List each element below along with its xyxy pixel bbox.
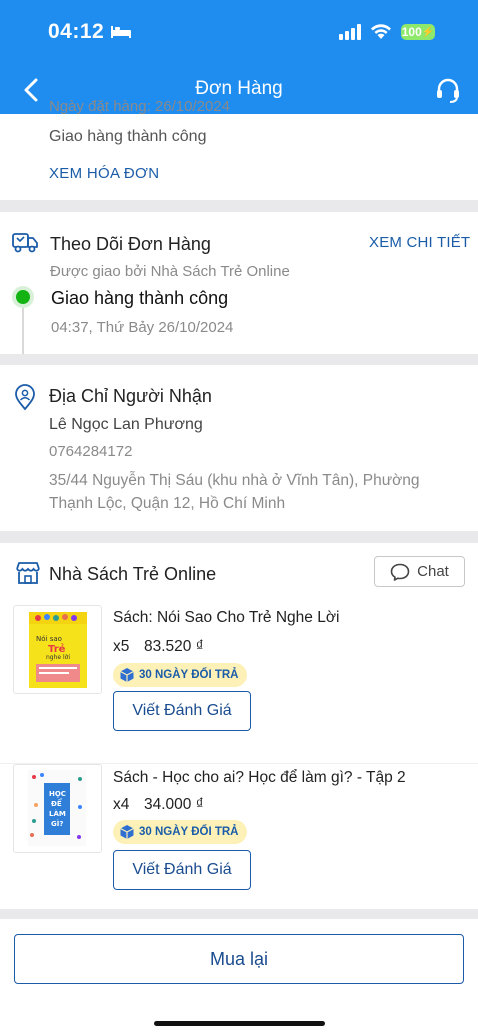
product-quantity-price: x4 34.000 ₫: [113, 796, 204, 814]
status-bar: 04:12 100 ⚡: [0, 0, 478, 60]
order-status-text: Giao hàng thành công: [49, 128, 207, 145]
write-review-button[interactable]: Viết Đánh Giá: [113, 850, 251, 890]
product-title: Sách: Nói Sao Cho Trẻ Nghe Lời: [113, 609, 340, 626]
return-box-icon: [120, 825, 134, 839]
shop-section: Nhà Sách Trẻ Online Chat Nói sao Trẻ ngh…: [0, 543, 478, 909]
home-indicator[interactable]: [154, 1021, 325, 1026]
location-pin-icon: [15, 384, 35, 411]
product-price: 34.000 ₫: [144, 796, 204, 813]
order-status-section: Ngày đặt hàng: 26/10/2024 Giao hàng thàn…: [0, 98, 478, 200]
svg-text:GÌ?: GÌ?: [51, 819, 63, 828]
badge-label: 30 NGÀY ĐỔI TRẢ: [139, 669, 239, 681]
recipient-section: Địa Chỉ Người Nhận Lê Ngọc Lan Phương 07…: [0, 365, 478, 531]
product-item[interactable]: Nói sao Trẻ nghe lời Sách: Nói Sao Cho T…: [0, 605, 478, 749]
chat-label: Chat: [417, 563, 449, 580]
order-detail-screen: 04:12 100 ⚡ Đơn Hàng Ngày đặt hàng: 26/1…: [0, 0, 478, 1036]
store-icon: [16, 562, 40, 584]
write-review-button[interactable]: Viết Đánh Giá: [113, 691, 251, 731]
timeline-success-dot: [16, 290, 30, 304]
book-cover-hoc-cho-ai-icon: HỌC ĐỂ LÀM GÌ?: [28, 770, 86, 846]
cellular-signal-icon: [339, 24, 361, 40]
page-title: Đơn Hàng: [195, 78, 283, 99]
product-quantity-price: x5 83.520 ₫: [113, 638, 204, 656]
order-date-text: Ngày đặt hàng: 26/10/2024: [49, 98, 230, 115]
svg-text:HỌC: HỌC: [49, 790, 66, 798]
app-header: 04:12 100 ⚡ Đơn Hàng: [0, 0, 478, 114]
return-policy-badge: 30 NGÀY ĐỔI TRẢ: [113, 820, 248, 844]
status-time: 04:12: [48, 20, 105, 43]
wifi-icon: [371, 24, 391, 39]
badge-label: 30 NGÀY ĐỔI TRẢ: [139, 826, 239, 838]
product-quantity: x5: [113, 638, 130, 655]
chat-button[interactable]: Chat: [374, 556, 465, 587]
return-policy-badge: 30 NGÀY ĐỔI TRẢ: [113, 663, 248, 687]
product-title: Sách - Học cho ai? Học để làm gì? - Tập …: [113, 769, 406, 786]
tracking-title: Theo Dõi Đơn Hàng: [50, 234, 211, 254]
shop-name[interactable]: Nhà Sách Trẻ Online: [49, 564, 216, 585]
product-quantity: x4: [113, 796, 130, 813]
chat-bubble-icon: [390, 563, 410, 581]
buy-again-button[interactable]: Mua lại: [14, 934, 464, 984]
delivery-truck-icon: [12, 233, 38, 253]
recipient-phone: 0764284172: [49, 443, 133, 460]
product-price: 83.520 ₫: [144, 638, 204, 655]
headset-support-icon[interactable]: [434, 76, 462, 104]
svg-text:LÀM: LÀM: [49, 809, 66, 818]
tracking-status: Giao hàng thành công: [51, 288, 229, 308]
delivered-by-text: Được giao bởi Nhà Sách Trẻ Online: [50, 263, 290, 280]
recipient-address: 35/44 Nguyễn Thị Sáu (khu nhà ở Vĩnh Tân…: [49, 472, 420, 512]
timeline-line: [22, 302, 24, 354]
return-box-icon: [120, 668, 134, 682]
svg-text:Nói sao: Nói sao: [36, 635, 62, 643]
book-cover-noi-sao-icon: Nói sao Trẻ nghe lời: [29, 612, 87, 688]
tracking-section: Theo Dõi Đơn Hàng XEM CHI TIẾT Được giao…: [0, 212, 478, 354]
product-thumbnail[interactable]: Nói sao Trẻ nghe lời: [13, 605, 102, 694]
recipient-name: Lê Ngọc Lan Phương: [49, 416, 203, 433]
product-item[interactable]: HỌC ĐỂ LÀM GÌ? Sách - Học cho ai? Học để…: [0, 763, 478, 909]
sleep-focus-icon: [111, 26, 131, 38]
recipient-title: Địa Chỉ Người Nhận: [49, 386, 212, 406]
svg-text:nghe lời: nghe lời: [46, 654, 70, 661]
battery-level: 100: [401, 25, 422, 39]
tracking-time: 04:37, Thứ Bảy 26/10/2024: [51, 319, 234, 336]
product-thumbnail[interactable]: HỌC ĐỂ LÀM GÌ?: [13, 764, 102, 853]
battery-indicator: 100 ⚡: [401, 24, 435, 40]
footer-bar: Mua lại: [0, 919, 478, 997]
view-invoice-link[interactable]: XEM HÓA ĐƠN: [49, 165, 159, 182]
view-details-link[interactable]: XEM CHI TIẾT: [369, 234, 470, 251]
svg-text:ĐỂ: ĐỂ: [51, 798, 62, 808]
home-indicator-area: [0, 997, 478, 1036]
